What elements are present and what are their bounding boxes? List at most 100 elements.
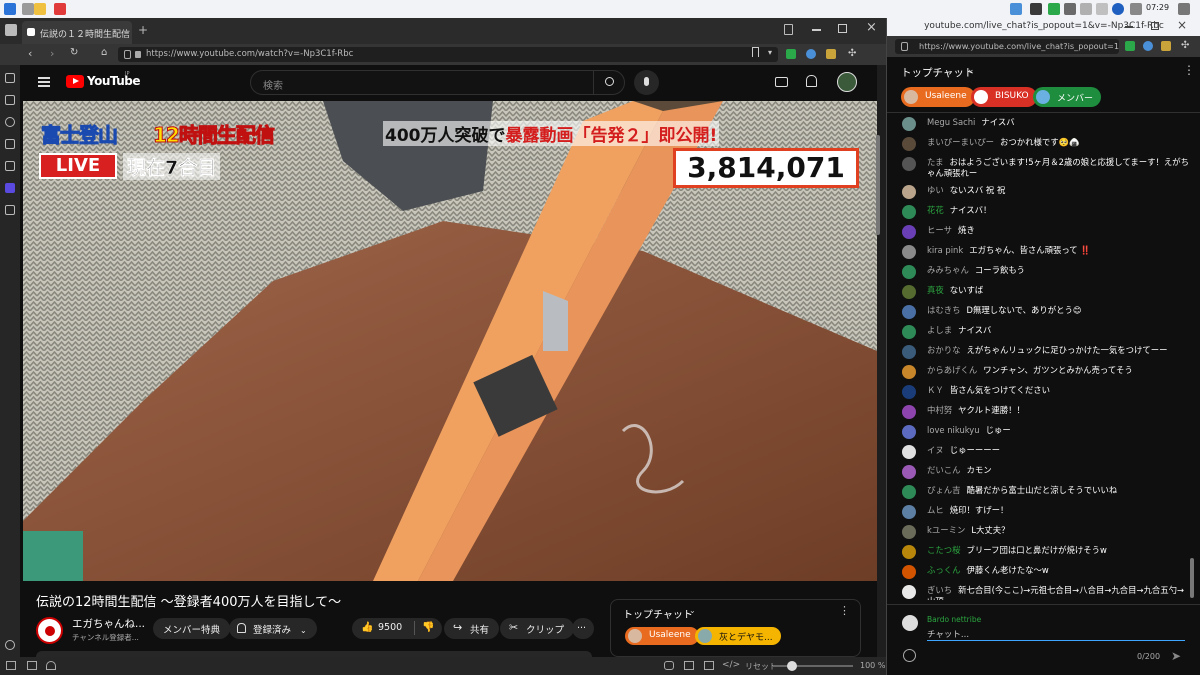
avatar[interactable]	[902, 405, 916, 419]
video-player[interactable]: 富士登山 12時間生配信 LIVE 現在7合目 400万人突破で暴露動画「告発２…	[23, 101, 877, 581]
settings-icon[interactable]	[5, 640, 15, 650]
join-button[interactable]: メンバー特典	[153, 618, 231, 639]
chat-scrollbar[interactable]	[1190, 558, 1194, 598]
message-author[interactable]: kira pink	[927, 245, 963, 255]
chat-message[interactable]: ぴょん吉 酷暑だから富士山だと涼しそうでいいね	[887, 482, 1200, 502]
chat-message[interactable]: Megu Sachi ナイスバ	[887, 114, 1200, 134]
mastodon-icon[interactable]	[5, 183, 15, 193]
puzzle-icon[interactable]: ✣	[1181, 40, 1189, 51]
clock[interactable]: 07:29	[1146, 3, 1169, 12]
chat-message[interactable]: こたつ桜 ブリーフ団は口と鼻だけが焼けそうw	[887, 542, 1200, 562]
chat-message[interactable]: たま おはようございます!5ヶ月＆2歳の娘と応援してまーす！えがちゃん頑張れー	[887, 154, 1200, 182]
maximize-icon[interactable]	[1151, 22, 1159, 30]
message-author[interactable]: ＫＹ	[927, 385, 944, 395]
avatar[interactable]	[902, 285, 916, 299]
tray-icon[interactable]	[1080, 3, 1092, 15]
chat-message[interactable]: 花花 ナイスバ！	[887, 202, 1200, 222]
avatar[interactable]	[902, 345, 916, 359]
vivaldi-taskbar-icon[interactable]	[54, 3, 66, 15]
message-author[interactable]: おかりな	[927, 345, 961, 355]
chat-message[interactable]: ムヒ 焼印！すげー！	[887, 502, 1200, 522]
downloads-icon[interactable]	[5, 95, 15, 105]
search-button[interactable]	[593, 70, 625, 95]
extension-icon[interactable]	[806, 49, 816, 59]
new-tab-button[interactable]: +	[138, 23, 148, 37]
emoji-icon[interactable]	[903, 649, 916, 662]
subscribed-button[interactable]: 登録済み ⌄	[229, 618, 317, 639]
chat-message[interactable]: ぎいち新七合目(今ここ)→元祖七合目→八合目→九合目→九合五勺→山頂	[887, 582, 1200, 600]
avatar[interactable]	[902, 117, 916, 131]
voice-search-button[interactable]	[634, 70, 659, 95]
wifi-icon[interactable]	[1130, 3, 1142, 15]
puzzle-icon[interactable]: ✣	[848, 48, 856, 59]
avatar[interactable]	[902, 137, 916, 151]
tray-icon[interactable]	[1112, 3, 1124, 15]
tray-icon[interactable]	[1048, 3, 1060, 15]
avatar[interactable]	[902, 245, 916, 259]
tray-icon[interactable]	[1010, 3, 1022, 15]
avatar[interactable]	[902, 325, 916, 339]
shield-icon[interactable]	[124, 50, 131, 59]
chat-message[interactable]: ＫＹ 皆さん気をつけてください	[887, 382, 1200, 402]
avatar[interactable]	[902, 385, 916, 399]
message-author[interactable]: 真夜	[927, 285, 944, 295]
message-author[interactable]: よしま	[927, 325, 952, 335]
cloud-icon[interactable]	[46, 661, 56, 670]
menu-icon[interactable]	[38, 77, 50, 87]
share-button[interactable]: ↪ 共有	[444, 618, 500, 639]
chat-message[interactable]: からあげくん ワンチャン、ガツンとみかん売ってそう	[887, 362, 1200, 382]
like-button[interactable]: 👍 9500 👎	[352, 618, 442, 639]
extension-icon[interactable]	[1161, 41, 1171, 51]
message-author[interactable]: まいぴーまいぴー	[927, 137, 994, 147]
message-author[interactable]: だいこん	[927, 465, 961, 475]
chat-message[interactable]: ヒーサ 焼き	[887, 222, 1200, 242]
channel-avatar[interactable]	[36, 617, 63, 644]
avatar[interactable]	[902, 305, 916, 319]
avatar[interactable]	[902, 585, 916, 599]
trash-icon[interactable]	[784, 24, 793, 35]
chevron-down-icon[interactable]: ⌄	[689, 606, 696, 615]
page-scrollbar[interactable]	[876, 135, 880, 235]
extension-icon[interactable]	[1125, 41, 1135, 51]
channel-name[interactable]: エガちゃんね...	[72, 616, 145, 631]
message-author[interactable]: ぴょん吉	[927, 485, 961, 495]
close-icon[interactable]: ×	[1177, 18, 1187, 32]
url-field[interactable]: https://www.youtube.com/watch?v=-Np3C1f-…	[118, 47, 778, 62]
message-author[interactable]: からあげくん	[927, 365, 977, 375]
zoom-slider-handle[interactable]	[787, 661, 797, 671]
chat-message[interactable]: よしま ナイスバ	[887, 322, 1200, 342]
chat-message[interactable]: kira pink エガちゃん、皆さん頑張って ‼️	[887, 242, 1200, 262]
vivaldi-menu-icon[interactable]	[5, 24, 17, 36]
chat-message[interactable]: 中村努 ヤクルト連勝！！	[887, 402, 1200, 422]
avatar[interactable]	[902, 545, 916, 559]
chevron-down-icon[interactable]: ⌄	[967, 65, 975, 75]
add-panel-icon[interactable]	[5, 205, 15, 215]
history-icon[interactable]	[5, 117, 15, 127]
more-icon[interactable]: ⋮	[839, 604, 850, 617]
avatar[interactable]	[902, 225, 916, 239]
avatar[interactable]	[837, 72, 857, 92]
back-icon[interactable]: ‹	[28, 47, 32, 60]
avatar[interactable]	[902, 185, 916, 199]
chat-message[interactable]: ゆい ないスバ 祝 祝	[887, 182, 1200, 202]
message-author[interactable]: はむきち	[927, 305, 961, 315]
chat-mode-selector[interactable]: トップチャット	[901, 65, 974, 80]
message-author[interactable]: ムヒ	[927, 505, 944, 515]
avatar[interactable]	[902, 565, 916, 579]
minimize-icon[interactable]	[812, 29, 821, 31]
thumbs-down-icon[interactable]: 👎	[422, 622, 434, 633]
chat-message[interactable]: イヌ じゅーーーー	[887, 442, 1200, 462]
chat-message[interactable]: だいこん カモン	[887, 462, 1200, 482]
chat-message[interactable]: まいぴーまいぴー おつかれ様です🥺🍙	[887, 134, 1200, 154]
file-explorer-icon[interactable]	[34, 3, 46, 15]
notifications-icon[interactable]	[806, 75, 817, 87]
chat-message[interactable]: kユーミン L大丈夫？	[887, 522, 1200, 542]
chat-chip[interactable]: Usaleene	[901, 87, 975, 107]
tray-icon[interactable]	[1064, 3, 1076, 15]
windows-start-icon[interactable]	[4, 3, 16, 15]
avatar[interactable]	[902, 505, 916, 519]
chat-message[interactable]: 真夜 ないすば	[887, 282, 1200, 302]
reload-icon[interactable]: ↻	[70, 47, 78, 58]
chat-message[interactable]: love nikukyu じゅー	[887, 422, 1200, 442]
avatar[interactable]	[902, 205, 916, 219]
